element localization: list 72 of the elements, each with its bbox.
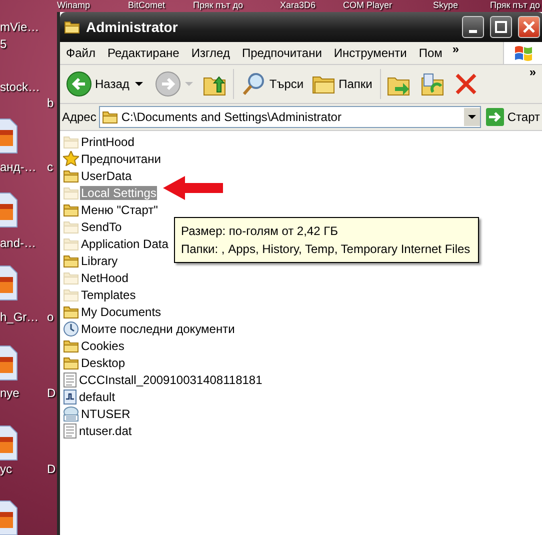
go-button[interactable]: Старт bbox=[484, 106, 542, 128]
desktop-icon-label[interactable]: Пряк път до bbox=[490, 0, 540, 11]
desktop-icon-label[interactable]: h_Gr… bbox=[0, 310, 39, 324]
maximize-icon bbox=[495, 21, 507, 33]
desktop-icon-label[interactable]: c bbox=[47, 160, 53, 174]
minimize-icon bbox=[469, 30, 477, 32]
desktop-icon-label[interactable]: D bbox=[47, 386, 56, 400]
close-button[interactable] bbox=[518, 16, 540, 38]
desktop-icon-label[interactable]: nye bbox=[0, 386, 20, 400]
menu-item[interactable]: Изглед bbox=[185, 46, 236, 60]
desktop-icon-label[interactable]: and-… bbox=[0, 236, 36, 250]
file-item[interactable]: UserData bbox=[80, 168, 133, 182]
menu-item[interactable]: Файл bbox=[60, 46, 102, 60]
copy-to-folder-icon[interactable] bbox=[421, 72, 446, 96]
menu-overflow-button[interactable]: » bbox=[448, 42, 464, 56]
back-button[interactable]: Назад bbox=[64, 69, 132, 99]
file-item[interactable]: Предпочитани bbox=[80, 152, 162, 166]
file-item[interactable]: Моите последни документи bbox=[80, 322, 236, 336]
file-item[interactable]: Templates bbox=[80, 288, 137, 302]
file-item[interactable]: Library bbox=[80, 254, 119, 268]
forward-button[interactable] bbox=[155, 71, 182, 97]
file-item[interactable]: default bbox=[78, 390, 116, 404]
tooltip-line: Папки: , Apps, History, Temp, Temporary Internet Files bbox=[181, 241, 470, 258]
menu-item[interactable]: Предпочитани bbox=[236, 46, 328, 60]
desktop-icon-label[interactable]: Skype bbox=[433, 0, 458, 11]
file-item[interactable]: PrintHood bbox=[80, 134, 136, 148]
menu-item[interactable]: Редактиране bbox=[102, 46, 186, 60]
toolbar-overflow-button[interactable]: » bbox=[525, 65, 540, 79]
file-item[interactable]: SendTo bbox=[80, 220, 123, 234]
desktop-icon-label[interactable]: Xara3D6 bbox=[280, 0, 316, 11]
file-item[interactable]: Cookies bbox=[80, 338, 126, 352]
dropdown-arrow-icon[interactable] bbox=[135, 82, 144, 86]
maximize-button[interactable] bbox=[490, 16, 512, 38]
file-item[interactable]: Application Data bbox=[80, 236, 170, 250]
arrow-annotation bbox=[163, 176, 223, 200]
folder-icon bbox=[102, 110, 118, 124]
desktop-icon-label[interactable]: o bbox=[47, 310, 54, 324]
desktop-icon-label[interactable]: mVie… bbox=[0, 20, 40, 34]
search-button[interactable]: Търси bbox=[240, 70, 306, 98]
file-item[interactable]: My Documents bbox=[80, 304, 162, 318]
minimize-button[interactable] bbox=[462, 16, 484, 38]
file-item[interactable]: NetHood bbox=[80, 270, 130, 284]
folder-icon bbox=[312, 74, 336, 94]
desktop-icon-label[interactable]: stock… bbox=[0, 80, 40, 94]
folder-icon bbox=[64, 20, 80, 34]
address-field[interactable]: C:\Documents and Settings\Administrator bbox=[99, 106, 482, 128]
file-item[interactable]: NTUSER bbox=[80, 406, 132, 420]
menu-item[interactable]: Пом bbox=[412, 46, 448, 60]
window-title: Administrator bbox=[86, 19, 179, 35]
dropdown-button[interactable] bbox=[464, 108, 480, 126]
address-label: Адрес bbox=[62, 110, 96, 124]
desktop-icon-label[interactable]: b bbox=[47, 96, 54, 110]
search-icon bbox=[242, 72, 266, 96]
desktop-icon-label[interactable]: BitComet bbox=[128, 0, 166, 11]
desktop-icon-label[interactable]: Пряк път до bbox=[193, 0, 244, 11]
file-item[interactable]: Меню "Старт" bbox=[80, 202, 159, 216]
windows-flag-icon bbox=[513, 44, 535, 62]
desktop-icon-label[interactable]: 5 bbox=[0, 37, 7, 51]
desktop-icon-label[interactable]: COM Player bbox=[343, 0, 392, 11]
desktop-icon-label[interactable]: yc bbox=[0, 462, 12, 476]
close-icon bbox=[523, 21, 535, 33]
desktop-icon-label[interactable]: Winamp bbox=[57, 0, 90, 11]
folders-button[interactable]: Папки bbox=[310, 72, 374, 96]
caret-icon bbox=[468, 114, 476, 120]
file-item[interactable]: Desktop bbox=[80, 356, 126, 370]
desktop-icon-label[interactable]: анд-… bbox=[0, 160, 36, 174]
tooltip-line: Размер: по-голям от 2,42 ГБ bbox=[181, 223, 339, 240]
desktop-icon-label[interactable]: D bbox=[47, 462, 56, 476]
file-item[interactable]: CCCInstall_200910031408118181 bbox=[78, 372, 264, 386]
file-item[interactable]: ntuser.dat bbox=[78, 424, 133, 438]
delete-icon[interactable] bbox=[455, 73, 478, 95]
menu-item[interactable]: Инструменти bbox=[328, 46, 413, 60]
